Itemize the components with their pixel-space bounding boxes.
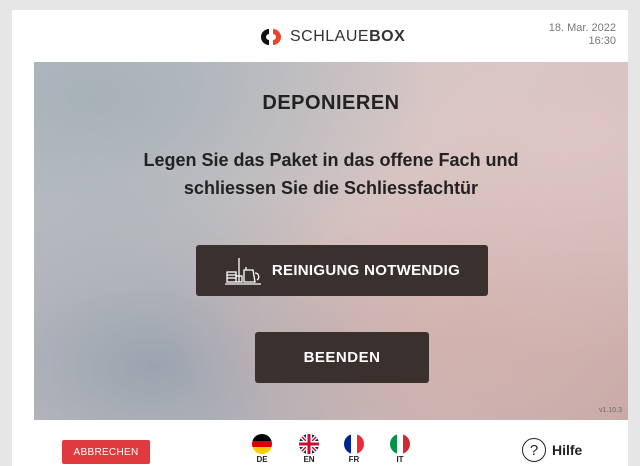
cleaning-icon <box>224 257 261 285</box>
language-code: DE <box>256 455 268 464</box>
germany-flag-icon <box>252 434 272 454</box>
version-label: v1.10.3 <box>599 407 622 414</box>
kiosk-screen: SCHLAUEBOX 18. Mar. 2022 16:30 DEPONIERE… <box>12 10 628 466</box>
header: SCHLAUEBOX 18. Mar. 2022 16:30 <box>12 10 628 62</box>
brand-name: SCHLAUEBOX <box>290 28 405 46</box>
datetime: 18. Mar. 2022 16:30 <box>549 22 616 48</box>
help-label: Hilfe <box>552 442 583 458</box>
finish-label: BEENDEN <box>303 349 381 366</box>
brand-logo: SCHLAUEBOX <box>260 28 405 46</box>
schlauebox-logo-icon <box>261 29 281 45</box>
language-it[interactable]: IT <box>387 434 413 464</box>
instruction-text: Legen Sie das Paket in das offene Fach u… <box>143 150 519 198</box>
language-de[interactable]: DE <box>249 434 275 464</box>
question-mark-icon: ? <box>522 438 546 462</box>
language-code: EN <box>303 455 315 464</box>
help-button[interactable]: ? Hilfe <box>522 438 582 462</box>
cleaning-required-label: REINIGUNG NOTWENDIG <box>271 262 461 279</box>
language-en[interactable]: EN <box>296 434 322 464</box>
language-fr[interactable]: FR <box>341 434 367 464</box>
page-title: DEPONIEREN <box>262 92 400 114</box>
time-text: 16:30 <box>588 35 616 47</box>
language-code: IT <box>396 455 404 464</box>
finish-button[interactable]: BEENDEN <box>255 332 429 383</box>
italy-flag-icon <box>390 434 410 454</box>
date-text: 18. Mar. 2022 <box>548 22 616 34</box>
uk-flag-icon <box>299 434 319 454</box>
brand-prefix: SCHLAUE <box>290 28 370 45</box>
france-flag-icon <box>344 434 364 454</box>
cancel-button[interactable]: ABBRECHEN <box>62 440 150 464</box>
footer: ABBRECHEN DE EN FR IT ? Hilfe <box>12 420 628 466</box>
brand-suffix: BOX <box>369 28 406 45</box>
main-panel: DEPONIEREN Legen Sie das Paket in das of… <box>34 62 628 420</box>
language-code: FR <box>348 455 360 464</box>
cleaning-required-button[interactable]: REINIGUNG NOTWENDIG <box>196 245 488 296</box>
